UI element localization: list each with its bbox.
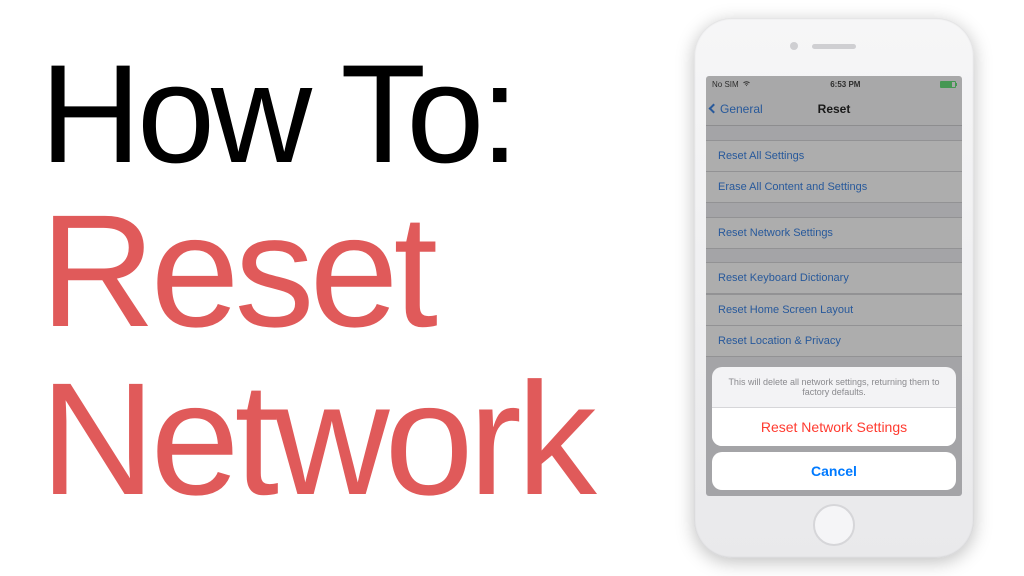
reset-network-settings-row[interactable]: Reset Network Settings — [706, 217, 962, 249]
reset-network-confirm-button[interactable]: Reset Network Settings — [712, 408, 956, 446]
action-sheet: This will delete all network settings, r… — [712, 367, 956, 490]
reset-keyboard-dictionary-row[interactable]: Reset Keyboard Dictionary — [706, 262, 962, 294]
cancel-button[interactable]: Cancel — [712, 452, 956, 490]
back-label: General — [720, 102, 763, 116]
phone-screen: No SIM 6:53 PM General Reset Reset All S… — [706, 76, 962, 496]
carrier-label: No SIM — [712, 80, 739, 89]
erase-all-content-row[interactable]: Erase All Content and Settings — [706, 171, 962, 203]
title-line-2: Reset — [40, 187, 592, 355]
tutorial-title: How To: Reset Network — [40, 40, 592, 523]
action-sheet-message: This will delete all network settings, r… — [712, 367, 956, 408]
title-line-3: Network — [40, 355, 592, 523]
battery-icon — [940, 81, 956, 88]
reset-location-privacy-row[interactable]: Reset Location & Privacy — [706, 325, 962, 357]
status-bar: No SIM 6:53 PM — [706, 76, 962, 92]
wifi-icon — [742, 80, 751, 89]
reset-home-screen-layout-row[interactable]: Reset Home Screen Layout — [706, 294, 962, 326]
page-title: Reset — [818, 102, 851, 116]
reset-options-list: Reset All Settings Erase All Content and… — [706, 126, 962, 357]
reset-all-settings-row[interactable]: Reset All Settings — [706, 140, 962, 172]
chevron-left-icon — [709, 104, 719, 114]
navigation-bar: General Reset — [706, 92, 962, 126]
back-button[interactable]: General — [710, 92, 763, 125]
title-line-1: How To: — [40, 40, 592, 187]
clock-label: 6:53 PM — [830, 80, 860, 89]
home-button[interactable] — [813, 504, 855, 546]
iphone-device: No SIM 6:53 PM General Reset Reset All S… — [694, 18, 974, 558]
